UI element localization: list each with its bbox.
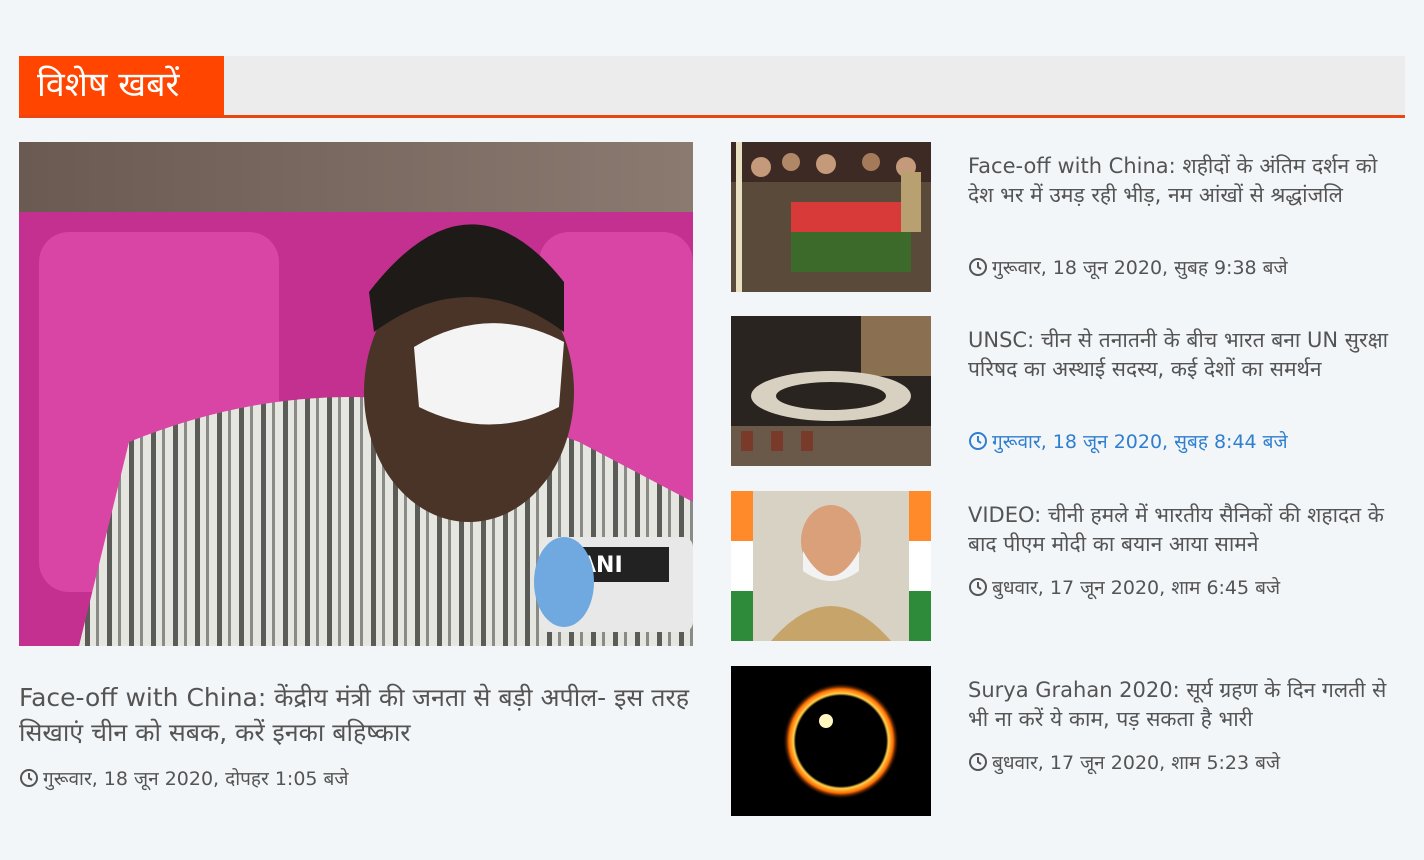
solar-eclipse-photo (731, 666, 931, 816)
story-time-text-1: गुरूवार, 18 जून 2020, सुबह 9:38 बजे (992, 257, 1288, 279)
clock-icon (969, 753, 987, 771)
story-time-text-2: गुरूवार, 18 जून 2020, सुबह 8:44 बजे (992, 431, 1288, 453)
story-headline-2[interactable]: UNSC: चीन से तनातनी के बीच भारत बना UN स… (968, 326, 1404, 384)
story-timestamp-4: बुधवार, 17 जून 2020, शाम 5:23 बजे (968, 749, 1280, 775)
council-chamber-photo (731, 316, 931, 466)
story-headline-3[interactable]: VIDEO: चीनी हमले में भारतीय सैनिकों की श… (968, 501, 1404, 559)
story-thumbnail-3[interactable] (731, 491, 931, 641)
story-timestamp-3: बुधवार, 17 जून 2020, शाम 6:45 बजे (968, 574, 1280, 600)
story-headline-1[interactable]: Face-off with China: शहीदों के अंतिम दर्… (968, 152, 1404, 210)
featured-headline[interactable]: Face-off with China: केंद्रीय मंत्री की … (19, 680, 699, 750)
clock-icon (969, 578, 987, 596)
story-thumbnail-4[interactable] (731, 666, 931, 816)
story-headline-4[interactable]: Surya Grahan 2020: सूर्य ग्रहण के दिन गल… (968, 676, 1404, 734)
story-thumbnail-1[interactable] (731, 142, 931, 292)
clock-icon (969, 258, 987, 276)
story-timestamp-1: गुरूवार, 18 जून 2020, सुबह 9:38 बजे (968, 254, 1288, 280)
story-time-text-4: बुधवार, 17 जून 2020, शाम 5:23 बजे (992, 752, 1281, 774)
featured-time-text: गुरूवार, 18 जून 2020, दोपहर 1:05 बजे (43, 768, 349, 790)
featured-story-image[interactable]: ANI (19, 142, 693, 646)
featured-timestamp: गुरूवार, 18 जून 2020, दोपहर 1:05 बजे (19, 765, 348, 791)
story-thumbnail-2[interactable] (731, 316, 931, 466)
pm-address-photo (731, 491, 931, 641)
clock-icon (969, 432, 987, 450)
clock-icon (20, 769, 38, 787)
section-header: विशेष खबरें (19, 56, 1405, 118)
story-time-text-3: बुधवार, 17 जून 2020, शाम 6:45 बजे (992, 577, 1281, 599)
crowd-photo (731, 142, 931, 292)
featured-photo: ANI (19, 142, 693, 646)
story-timestamp-2: गुरूवार, 18 जून 2020, सुबह 8:44 बजे (968, 428, 1288, 454)
section-title: विशेष खबरें (19, 56, 224, 115)
